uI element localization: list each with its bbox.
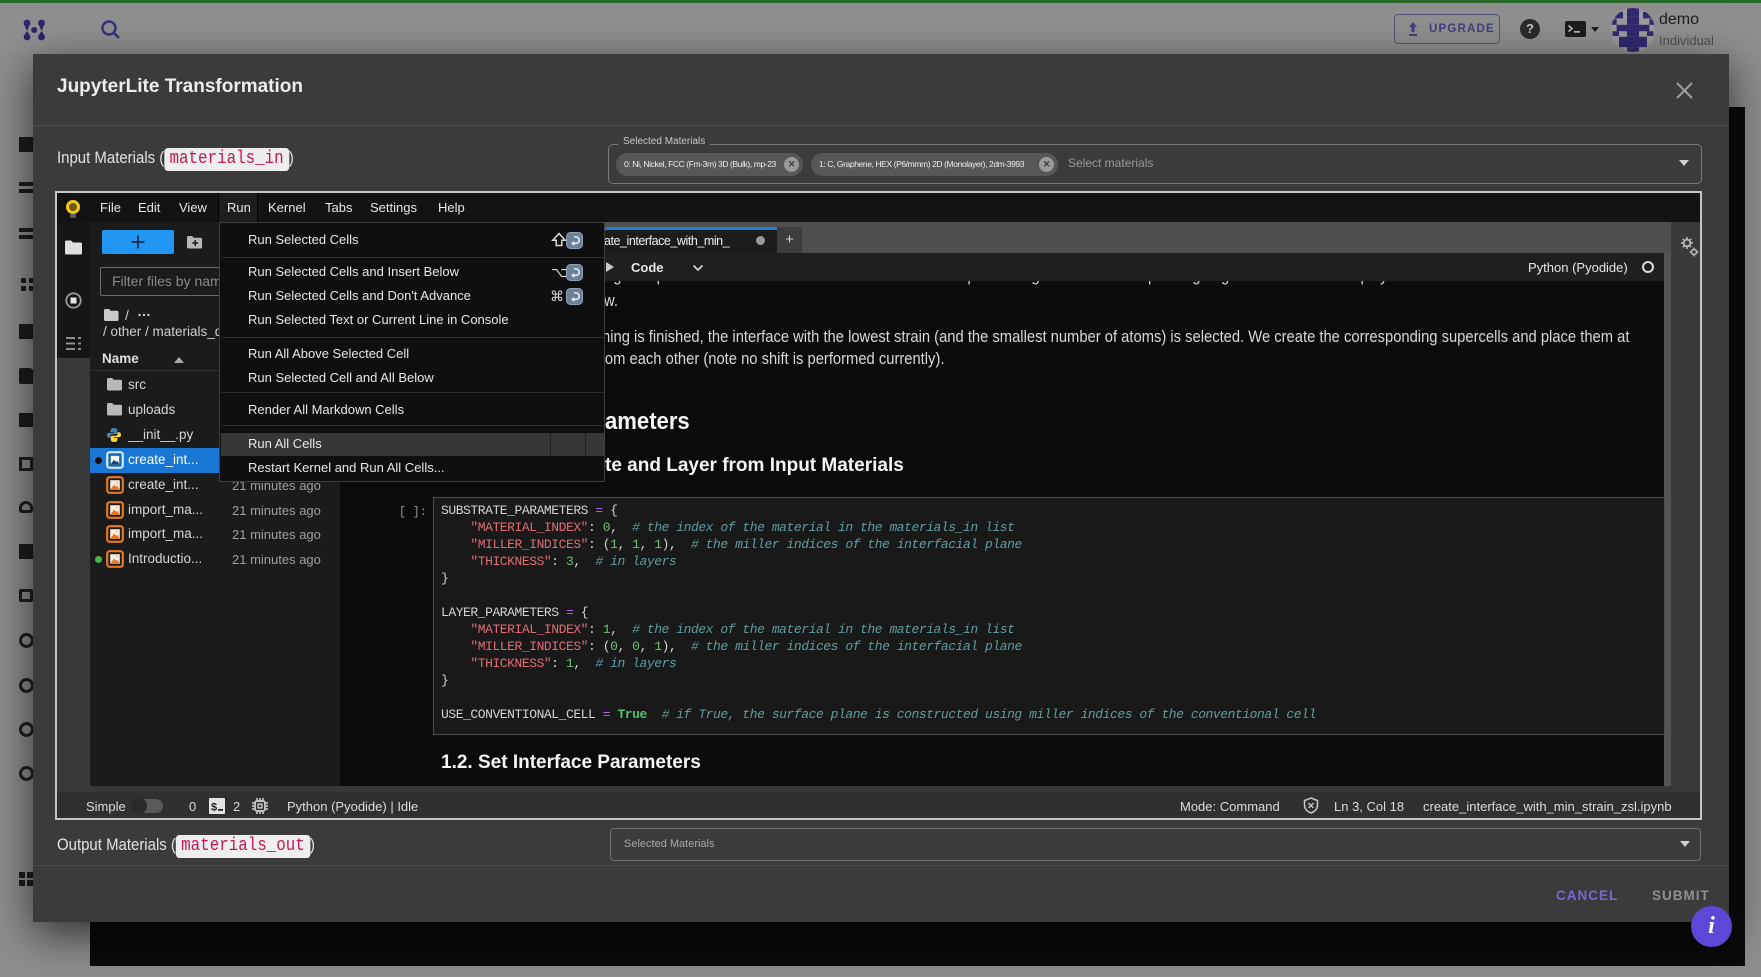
svg-text:$: $ [211,802,217,814]
